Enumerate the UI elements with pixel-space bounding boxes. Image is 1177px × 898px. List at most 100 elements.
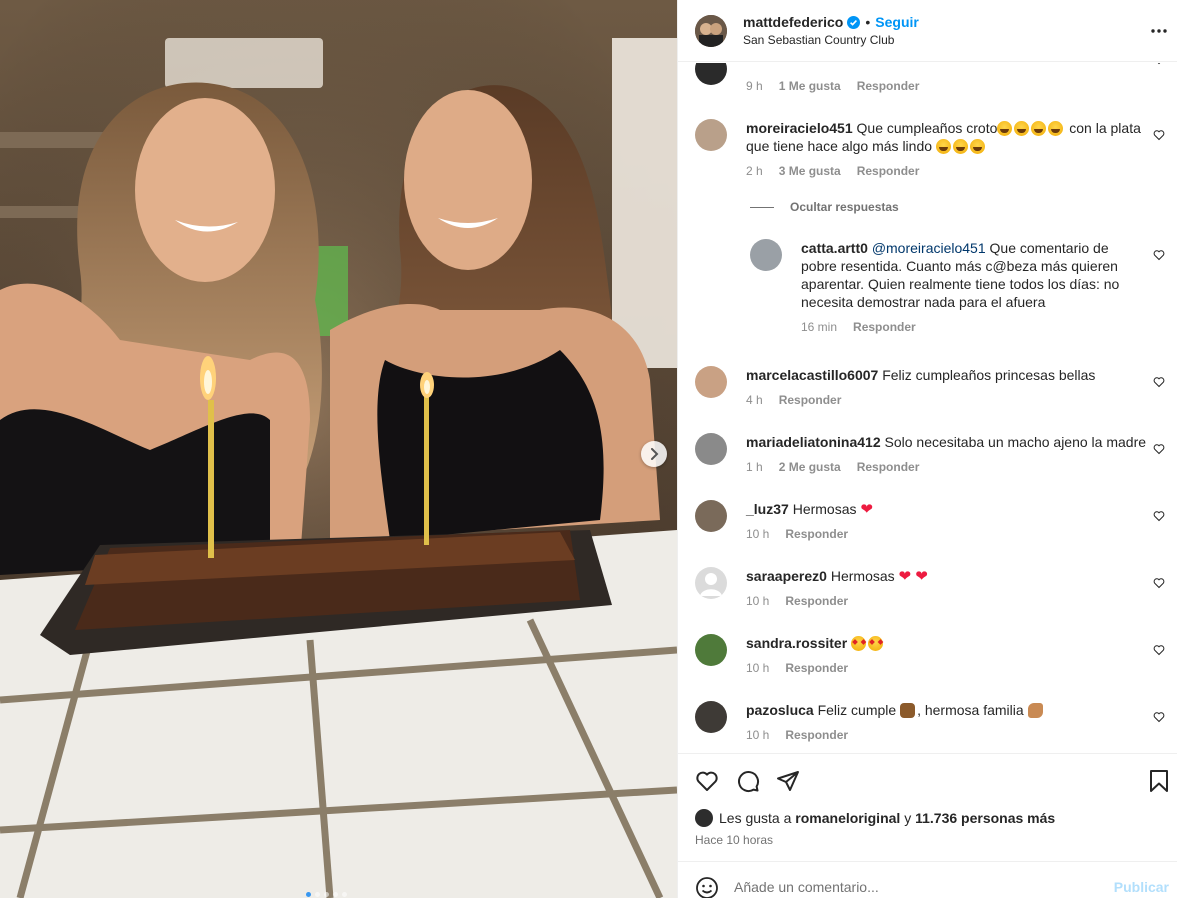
star-struck-emoji-icon <box>868 636 884 651</box>
comment-like-icon[interactable] <box>1153 129 1165 141</box>
commenter-username[interactable]: pazosluca <box>746 702 814 718</box>
liker-avatar[interactable] <box>695 809 713 827</box>
commenter-username[interactable]: catta.artt0 <box>801 240 868 256</box>
comment-text: sandra.rossiter <box>746 634 1141 652</box>
commenter-avatar[interactable] <box>695 634 727 666</box>
comment-text: _luz37 Hermosas ❤ <box>746 500 1141 519</box>
comment-like-icon[interactable] <box>1153 577 1165 589</box>
hide-replies-label: Ocultar respuestas <box>790 200 899 214</box>
commenter-avatar[interactable] <box>695 433 727 465</box>
comment-body: Hermosas <box>830 568 895 584</box>
author-avatar[interactable] <box>695 14 727 47</box>
comments-list[interactable]: 9 h 1 Me gusta Responder moreiracielo451… <box>678 63 1177 753</box>
comment-input[interactable] <box>734 875 1104 898</box>
reply-button[interactable]: Responder <box>853 320 916 334</box>
comment-body: , hermosa familia <box>917 702 1024 718</box>
comment-likes[interactable]: 1 Me gusta <box>779 79 841 93</box>
commenter-avatar[interactable] <box>695 119 727 151</box>
commenter-avatar[interactable] <box>695 366 727 398</box>
reply-button[interactable]: Responder <box>857 460 920 474</box>
laughing-emoji-icon <box>935 139 951 154</box>
heart-icon[interactable] <box>695 769 719 793</box>
comment-meta: 10 h Responder <box>746 527 848 541</box>
hide-replies-button[interactable]: Ocultar respuestas <box>750 200 899 214</box>
comment-likes[interactable]: 2 Me gusta <box>779 460 841 474</box>
commenter-avatar[interactable] <box>695 500 727 532</box>
publish-button[interactable]: Publicar <box>1114 879 1169 895</box>
comment: saraaperez0 Hermosas ❤ ❤ 10 h Responder <box>695 567 1170 611</box>
paper-plane-icon[interactable] <box>776 769 800 793</box>
comment-time: 2 h <box>746 164 763 178</box>
comment-text: pazosluca Feliz cumple , hermosa familia <box>746 701 1141 719</box>
laughing-emoji-icon <box>952 139 968 154</box>
post-timestamp[interactable]: Hace 10 horas <box>695 833 773 847</box>
more-options-icon[interactable] <box>1150 22 1168 40</box>
comment-like-icon[interactable] <box>1153 376 1165 388</box>
comment: pazosluca Feliz cumple , hermosa familia… <box>695 701 1170 745</box>
comment-text: saraaperez0 Hermosas ❤ ❤ <box>746 567 1141 586</box>
comment-meta: 1 h 2 Me gusta Responder <box>746 460 919 474</box>
cake-emoji-icon <box>900 703 916 718</box>
comment-like-icon[interactable] <box>1153 644 1165 656</box>
header-separator: • <box>865 14 871 30</box>
reply-button[interactable]: Responder <box>785 594 848 608</box>
header-line: mattdefederico • Seguir <box>743 14 919 30</box>
comment-bubble-icon[interactable] <box>736 769 760 793</box>
comment-like-icon[interactable] <box>1153 510 1165 522</box>
reply-button[interactable]: Responder <box>785 728 848 742</box>
comment-meta: 4 h Responder <box>746 393 841 407</box>
comment-time: 9 h <box>746 79 763 93</box>
comment: mariadeliatonina412 Solo necesitaba un m… <box>695 433 1170 477</box>
default-avatar-icon <box>700 573 722 596</box>
comment-like-icon[interactable] <box>1153 63 1165 65</box>
follow-button[interactable]: Seguir <box>875 14 919 30</box>
default-avatar[interactable] <box>695 567 727 599</box>
comment-meta: 10 h Responder <box>746 661 848 675</box>
reply-button[interactable]: Responder <box>785 527 848 541</box>
commenter-username[interactable]: saraaperez0 <box>746 568 827 584</box>
post-side-panel: mattdefederico • Seguir San Sebastian Co… <box>677 0 1177 898</box>
commenter-avatar[interactable] <box>695 63 727 85</box>
post-photo[interactable] <box>0 0 677 898</box>
likes-and: y <box>904 810 912 826</box>
commenter-username[interactable]: _luz37 <box>746 501 789 517</box>
commenter-avatar[interactable] <box>750 239 782 271</box>
comment-like-icon[interactable] <box>1153 443 1165 455</box>
reply-button[interactable]: Responder <box>779 393 842 407</box>
commenter-username[interactable]: sandra.rossiter <box>746 635 847 651</box>
comment-text: moreiracielo451 Que cumpleaños croto con… <box>746 119 1141 155</box>
commenter-username[interactable]: mariadeliatonina412 <box>746 434 881 450</box>
commenter-username[interactable]: moreiracielo451 <box>746 120 853 136</box>
red-heart-emoji-icon: ❤ ❤ <box>898 568 928 585</box>
carousel-next-button[interactable] <box>641 441 667 467</box>
comment-text: mariadeliatonina412 Solo necesitaba un m… <box>746 433 1156 451</box>
comment-like-icon[interactable] <box>1153 249 1165 261</box>
comment-meta: 16 min Responder <box>801 320 916 334</box>
reply-button[interactable]: Responder <box>857 164 920 178</box>
reply-button[interactable]: Responder <box>857 79 920 93</box>
comment-time: 10 h <box>746 661 770 675</box>
bookmark-icon[interactable] <box>1148 769 1170 793</box>
comment-text: marcelacastillo6007 Feliz cumpleaños pri… <box>746 366 1141 384</box>
commenter-avatar[interactable] <box>695 701 727 733</box>
header-text: mattdefederico • Seguir San Sebastian Co… <box>743 14 919 47</box>
comment: moreiracielo451 Que cumpleaños croto con… <box>695 119 1170 181</box>
laughing-emoji-icon <box>1031 121 1047 136</box>
liker-username[interactable]: romaneloriginal <box>795 810 900 826</box>
flexed-biceps-emoji-icon <box>1027 703 1043 718</box>
commenter-username[interactable]: marcelacastillo6007 <box>746 367 878 383</box>
post-location[interactable]: San Sebastian Country Club <box>743 33 919 47</box>
likes-count[interactable]: 11.736 personas más <box>915 810 1055 826</box>
comment-likes[interactable]: 3 Me gusta <box>779 164 841 178</box>
verified-badge-icon <box>847 15 861 29</box>
reply-button[interactable]: Responder <box>785 661 848 675</box>
comment: sandra.rossiter 10 h Responder <box>695 634 1170 678</box>
comment-like-icon[interactable] <box>1153 711 1165 723</box>
comment-body: Hermosas <box>792 501 857 517</box>
author-username[interactable]: mattdefederico <box>743 14 843 30</box>
chevron-right-icon <box>651 448 659 460</box>
post-actions: Les gusta a romaneloriginal y 11.736 per… <box>678 753 1177 861</box>
mention-link[interactable]: @moreiracielo451 <box>872 240 986 256</box>
smiley-icon[interactable] <box>695 876 719 898</box>
comment-text: catta.artt0 @moreiracielo451 Que comenta… <box>801 239 1126 311</box>
